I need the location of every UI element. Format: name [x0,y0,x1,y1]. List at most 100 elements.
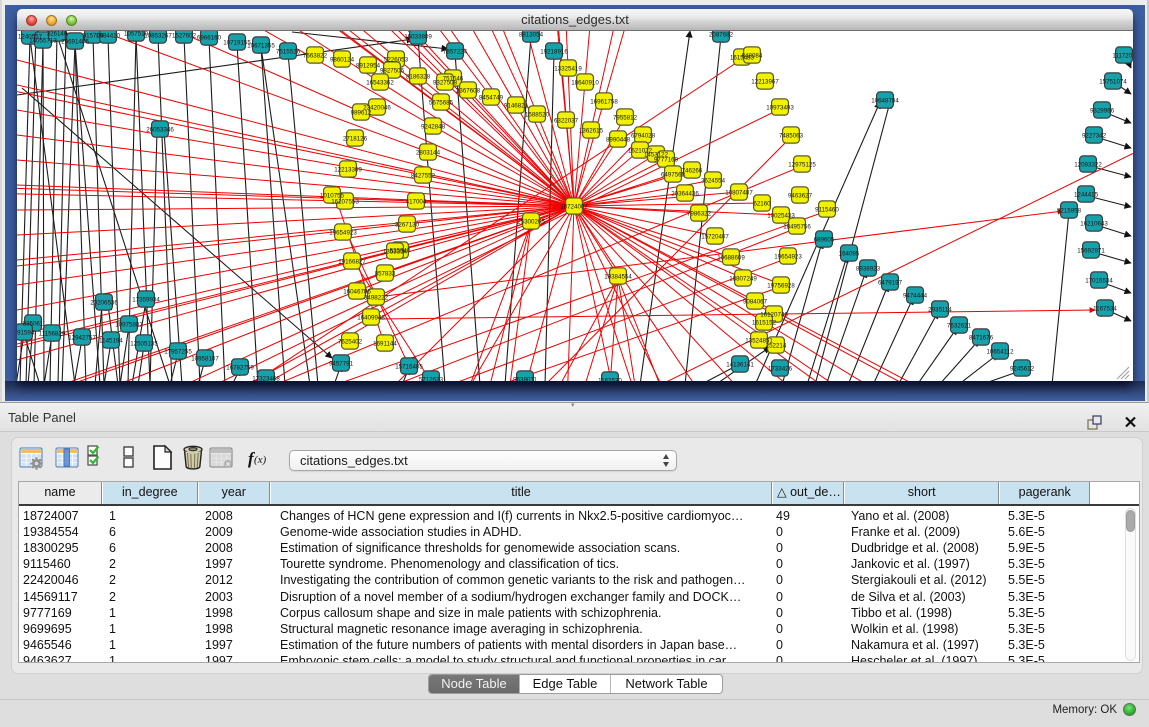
svg-text:7663822: 7663822 [303,52,328,59]
svg-text:9245612: 9245612 [1010,365,1035,372]
svg-text:1527602: 1527602 [172,32,197,39]
svg-text:10975887: 10975887 [115,321,143,328]
svg-text:14136141: 14136141 [726,361,754,368]
svg-text:11156829: 11156829 [39,330,66,337]
svg-text:16409948: 16409948 [357,314,385,321]
svg-text:10671355: 10671355 [247,42,275,49]
svg-text:19218916: 19218916 [540,48,568,55]
svg-text:8990448: 8990448 [606,136,631,143]
svg-text:6322037: 6322037 [554,117,579,124]
svg-text:18807249: 18807249 [729,275,757,282]
svg-text:16210643: 16210643 [1080,220,1108,227]
svg-text:15692971: 15692971 [1077,247,1105,254]
svg-text:989612: 989612 [351,109,372,116]
svg-text:12213369: 12213369 [334,166,362,173]
svg-text:10648784: 10648784 [871,97,899,104]
svg-text:18640910: 18640910 [571,79,599,86]
svg-text:10973493: 10973493 [766,104,794,111]
svg-text:9777169: 9777169 [654,156,679,163]
svg-text:2718126: 2718126 [343,135,368,142]
svg-text:3267130: 3267130 [395,221,420,228]
svg-text:2935114: 2935114 [928,306,952,313]
svg-text:25300205: 25300205 [517,218,545,225]
svg-text:15716485: 15716485 [395,363,423,370]
svg-text:14055713: 14055713 [29,37,57,44]
svg-text:2087682: 2087682 [709,31,734,38]
svg-text:19756928: 19756928 [767,282,795,289]
svg-text:1244415: 1244415 [1074,191,1099,198]
svg-text:9242848: 9242848 [421,123,446,130]
svg-text:1117207: 1117207 [1112,52,1133,59]
svg-text:1010755: 1010755 [320,192,345,199]
svg-text:9474444: 9474444 [903,292,928,299]
svg-text:12505135: 12505135 [130,340,158,347]
svg-text:7955812: 7955812 [613,114,638,121]
svg-text:12942757: 12942757 [68,334,96,341]
svg-text:3215958: 3215958 [1057,207,1082,214]
svg-text:5712633: 5712633 [419,376,444,381]
svg-text:9638011: 9638011 [513,376,537,381]
svg-text:18724007: 18724007 [560,203,588,210]
svg-text:9457791: 9457791 [329,360,354,367]
svg-text:16033809: 16033809 [404,33,432,40]
svg-text:10853267: 10853267 [144,32,172,39]
svg-text:164095: 164095 [839,250,860,257]
svg-text:1588520: 1588520 [525,111,550,118]
svg-text:20364436: 20364436 [671,190,699,197]
svg-text:10807487: 10807487 [725,189,753,196]
svg-text:1615152: 1615152 [752,319,777,326]
svg-text:2803144: 2803144 [416,149,441,156]
svg-text:9146821: 9146821 [504,102,529,109]
svg-text:19166827: 19166827 [338,258,366,265]
svg-text:7986322: 7986322 [687,210,712,217]
svg-text:15751074: 15751074 [1099,78,1127,85]
svg-text:19654923: 19654923 [774,253,802,260]
svg-text:835061: 835061 [23,320,44,327]
svg-text:18495756: 18495756 [783,223,811,230]
svg-text:1353354: 1353354 [383,248,408,255]
svg-text:12213967: 12213967 [751,78,779,85]
svg-text:15720407: 15720407 [701,233,729,240]
svg-text:3624554: 3624554 [701,177,726,184]
svg-text:7625402: 7625402 [338,338,363,345]
svg-text:5226053: 5226053 [384,56,409,63]
svg-text:9329966: 9329966 [1090,107,1115,114]
svg-text:(x): (x) [254,454,267,466]
svg-text:17016534: 17016534 [1085,277,1113,284]
svg-text:9463627: 9463627 [788,192,813,199]
svg-text:26053346: 26053346 [146,126,174,133]
svg-text:10688609: 10688609 [717,254,745,261]
svg-text:17359934: 17359934 [132,296,160,303]
svg-text:16961758: 16961758 [590,98,618,105]
svg-text:8454749: 8454749 [479,94,504,101]
svg-text:6966160: 6966160 [197,34,222,41]
svg-text:9327508: 9327508 [433,79,458,86]
svg-text:8813054: 8813054 [519,31,544,38]
svg-text:7857224: 7857224 [443,48,468,55]
svg-text:9227342: 9227342 [1082,132,1107,139]
svg-text:252214: 252214 [766,342,787,349]
svg-text:16107553: 16107553 [331,198,359,205]
svg-text:8471676: 8471676 [969,334,994,341]
svg-text:1733426: 1733426 [768,365,793,372]
svg-text:12093322: 12093322 [1074,161,1102,168]
svg-text:19654923: 19654923 [329,229,357,236]
svg-text:19384554: 19384554 [604,273,632,280]
svg-text:3498222: 3498222 [364,294,389,301]
svg-text:62160: 62160 [753,200,771,207]
svg-text:20691406: 20691406 [61,38,89,45]
svg-text:7485063: 7485063 [779,132,804,139]
svg-text:6479197: 6479197 [878,279,903,286]
svg-text:17323468: 17323468 [252,375,280,381]
svg-text:857833: 857833 [375,270,396,277]
svg-text:6794028: 6794028 [631,132,656,139]
svg-text:746266: 746266 [682,167,703,174]
svg-text:1145194: 1145194 [99,337,123,344]
svg-text:326140: 326140 [47,31,68,37]
svg-text:16782759: 16782759 [226,364,254,371]
svg-text:12975125: 12975125 [788,161,816,168]
svg-text:391594: 391594 [17,329,35,336]
svg-text:848084: 848084 [742,52,763,59]
svg-text:1362615: 1362615 [579,127,604,134]
svg-text:1167534: 1167534 [1093,305,1117,312]
